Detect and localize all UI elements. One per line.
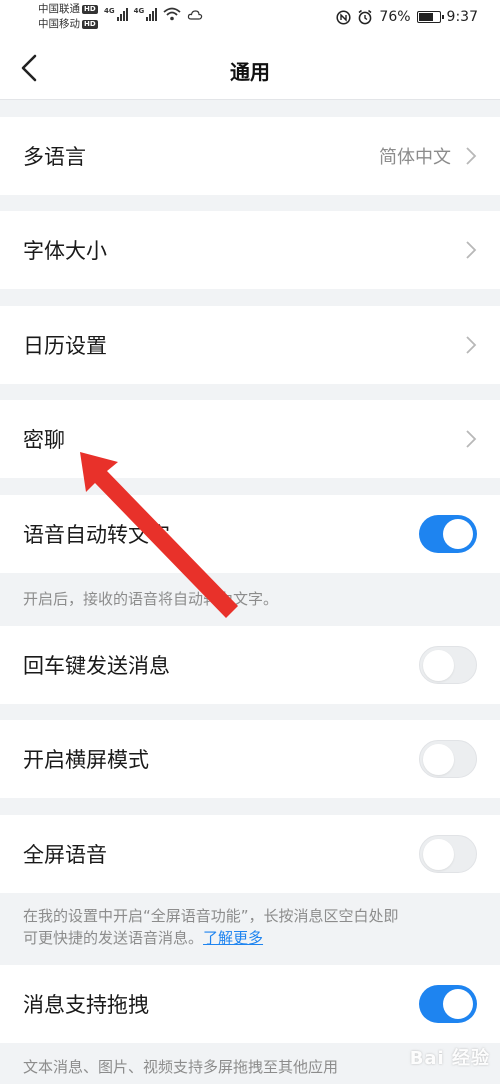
setting-secret-chat-label: 密聊 bbox=[23, 428, 65, 452]
setting-fullscreen-voice: 全屏语音 bbox=[0, 815, 500, 893]
carrier-1-name: 中国联通 bbox=[38, 3, 80, 15]
setting-fullscreen-voice-label: 全屏语音 bbox=[23, 843, 107, 867]
nfc-icon bbox=[336, 9, 351, 25]
signal-indicators: 4G 4G bbox=[104, 7, 203, 21]
battery-percent: 76% bbox=[379, 9, 411, 25]
wifi-icon bbox=[163, 7, 181, 21]
setting-landscape-label: 开启横屏模式 bbox=[23, 748, 149, 772]
drag-messages-toggle[interactable] bbox=[419, 985, 477, 1023]
carrier-2-name: 中国移动 bbox=[38, 18, 80, 30]
fullscreen-voice-note: 在我的设置中开启“全屏语音功能”，长按消息区空白处即 可更快捷的发送语音消息。了… bbox=[23, 905, 483, 949]
setting-enter-send: 回车键发送消息 bbox=[0, 626, 500, 704]
setting-language-value: 简体中文 bbox=[379, 147, 451, 168]
setting-drag-messages-label: 消息支持拖拽 bbox=[23, 993, 149, 1017]
voice-to-text-toggle[interactable] bbox=[419, 515, 477, 553]
fullscreen-voice-note-line2: 可更快捷的发送语音消息。 bbox=[23, 929, 204, 947]
alarm-icon bbox=[358, 9, 372, 25]
navigation-bar: 通用 bbox=[0, 36, 500, 100]
status-right: 76% 9:37 bbox=[336, 9, 478, 25]
learn-more-link[interactable]: 了解更多 bbox=[203, 929, 263, 947]
hd-badge: HD bbox=[82, 20, 98, 29]
battery-icon bbox=[416, 11, 444, 23]
hd-badge: HD bbox=[82, 5, 98, 14]
setting-language[interactable]: 多语言 简体中文 bbox=[0, 117, 500, 195]
setting-drag-messages: 消息支持拖拽 bbox=[0, 965, 500, 1043]
setting-voice-to-text-label: 语音自动转文字 bbox=[23, 523, 170, 547]
setting-font-size[interactable]: 字体大小 bbox=[0, 211, 500, 289]
page-title: 通用 bbox=[230, 60, 270, 84]
signal-icon: 4G bbox=[104, 7, 128, 21]
cloud-icon bbox=[188, 10, 203, 20]
voice-to-text-note: 开启后，接收的语音将自动转为文字。 bbox=[23, 590, 279, 608]
setting-secret-chat[interactable]: 密聊 bbox=[0, 400, 500, 478]
status-bar: 中国联通 HD 中国移动 HD 4G 4G 76% 9:37 bbox=[0, 0, 500, 36]
carrier-info: 中国联通 HD 中国移动 HD bbox=[38, 2, 98, 32]
landscape-toggle[interactable] bbox=[419, 740, 477, 778]
setting-landscape: 开启横屏模式 bbox=[0, 720, 500, 798]
setting-language-label: 多语言 bbox=[23, 145, 86, 169]
watermark-logo: Bai 经验 bbox=[409, 1048, 490, 1069]
clock: 9:37 bbox=[446, 9, 478, 25]
setting-font-size-label: 字体大小 bbox=[23, 239, 107, 263]
chevron-right-icon bbox=[466, 241, 477, 259]
enter-send-toggle[interactable] bbox=[419, 646, 477, 684]
setting-voice-to-text: 语音自动转文字 bbox=[0, 495, 500, 573]
signal-icon: 4G bbox=[134, 7, 158, 21]
chevron-right-icon bbox=[466, 430, 477, 448]
setting-enter-send-label: 回车键发送消息 bbox=[23, 654, 170, 678]
fullscreen-voice-note-line1: 在我的设置中开启“全屏语音功能”，长按消息区空白处即 bbox=[23, 907, 399, 925]
chevron-right-icon bbox=[466, 147, 477, 165]
fullscreen-voice-toggle[interactable] bbox=[419, 835, 477, 873]
setting-calendar-label: 日历设置 bbox=[23, 334, 107, 358]
chevron-right-icon bbox=[466, 336, 477, 354]
setting-calendar[interactable]: 日历设置 bbox=[0, 306, 500, 384]
